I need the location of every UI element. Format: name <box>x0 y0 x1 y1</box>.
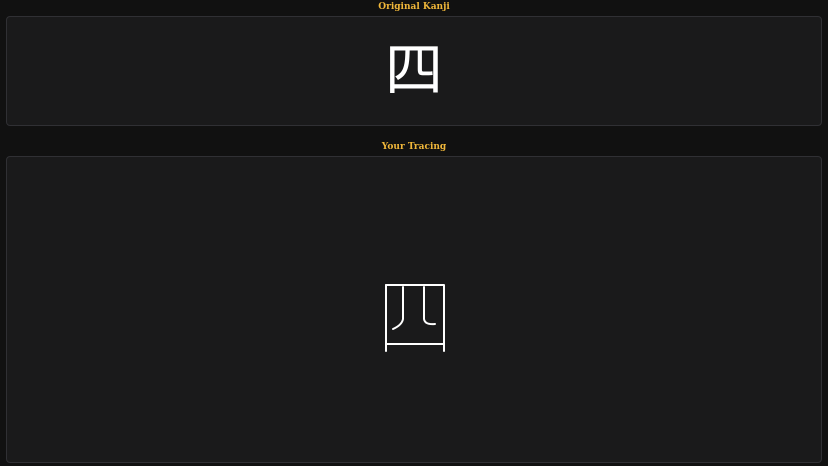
tracing-canvas-panel[interactable] <box>6 156 822 463</box>
tracing-canvas[interactable] <box>7 157 821 462</box>
traced-stroke-inner-left <box>392 286 404 330</box>
original-kanji-title: Original Kanji <box>378 2 450 12</box>
traced-stroke-inner-right <box>423 286 436 326</box>
traced-stroke-top-right <box>385 284 445 352</box>
original-kanji-glyph: 四 <box>384 36 443 104</box>
your-tracing-title: Your Tracing <box>381 142 447 152</box>
original-kanji-panel: 四 <box>6 16 822 126</box>
traced-strokes <box>385 284 445 352</box>
